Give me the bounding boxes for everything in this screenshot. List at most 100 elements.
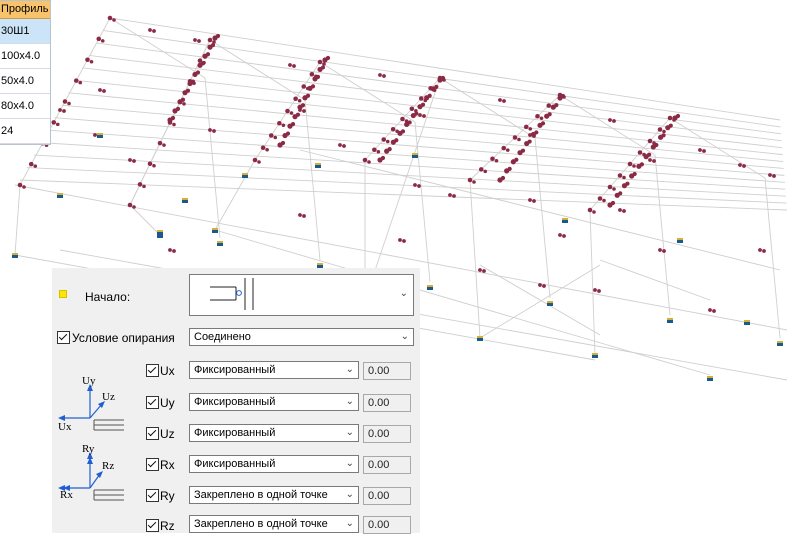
node-marker[interactable] [207,37,213,43]
support-icon[interactable] [677,238,683,243]
node-marker[interactable] [662,249,666,253]
node-marker[interactable] [148,28,152,32]
node-marker[interactable] [325,55,331,61]
node-marker[interactable] [738,163,742,167]
node-marker[interactable] [205,52,211,57]
node-marker[interactable] [597,289,601,293]
profile-row[interactable]: 24 [0,119,50,144]
node-marker[interactable] [417,184,421,188]
node-marker[interactable] [413,183,417,187]
node-marker[interactable] [398,238,402,242]
support-icon[interactable] [707,376,713,381]
node-marker[interactable] [295,112,301,117]
node-marker[interactable] [300,103,306,108]
node-marker[interactable] [708,308,712,312]
rx-checkbox[interactable] [146,458,159,471]
node-marker[interactable] [560,93,566,99]
node-marker[interactable] [612,119,616,123]
node-marker[interactable] [280,140,286,146]
node-marker[interactable] [298,213,302,217]
uy-checkbox[interactable] [146,396,159,409]
support-icon[interactable] [592,353,598,358]
node-marker[interactable] [58,108,62,112]
node-marker[interactable] [618,191,623,196]
support-icon[interactable] [57,193,63,198]
node-marker[interactable] [418,96,424,101]
node-marker[interactable] [546,103,552,108]
node-marker[interactable] [532,199,536,203]
node-marker[interactable] [193,38,197,42]
node-marker[interactable] [172,122,176,127]
support-icon[interactable] [97,133,103,138]
node-marker[interactable] [367,160,371,164]
node-marker[interactable] [490,156,495,162]
ry-checkbox[interactable] [146,489,159,502]
support-icon[interactable] [217,241,223,246]
node-marker[interactable] [208,128,212,132]
node-marker[interactable] [322,62,326,66]
node-marker[interactable] [195,70,201,75]
ry-stiffness-input[interactable]: 0.00 [363,487,411,505]
node-marker[interactable] [210,43,216,48]
node-marker[interactable] [632,171,637,177]
node-marker[interactable] [409,106,415,112]
node-marker[interactable] [514,157,519,162]
node-marker[interactable] [338,143,342,147]
node-marker[interactable] [535,113,540,119]
node-marker[interactable] [712,309,716,313]
ux-checkbox[interactable] [146,364,159,377]
node-marker[interactable] [62,109,66,113]
node-marker[interactable] [320,65,326,70]
node-marker[interactable] [472,180,476,184]
node-marker[interactable] [102,89,106,93]
node-marker[interactable] [142,184,146,189]
node-marker[interactable] [152,163,156,168]
support-icon[interactable] [412,153,418,158]
node-marker[interactable] [758,248,762,252]
node-marker[interactable] [618,208,622,212]
node-marker[interactable] [448,193,452,197]
support-condition-select[interactable]: Соединено ⌄ [189,328,414,346]
node-marker[interactable] [302,214,306,218]
node-marker[interactable] [622,209,626,213]
node-marker[interactable] [215,33,221,39]
node-marker[interactable] [385,139,390,144]
support-icon[interactable] [562,218,568,223]
node-marker[interactable] [627,161,633,167]
node-marker[interactable] [661,133,666,138]
node-marker[interactable] [132,159,136,163]
node-marker[interactable] [527,139,532,144]
node-marker[interactable] [197,39,201,43]
node-marker[interactable] [652,159,656,163]
node-marker[interactable] [562,234,566,238]
node-marker[interactable] [89,59,94,64]
node-marker[interactable] [362,157,368,163]
node-marker[interactable] [112,18,116,22]
node-marker[interactable] [675,113,681,119]
node-marker[interactable] [407,120,412,125]
node-marker[interactable] [540,121,546,126]
node-marker[interactable] [494,158,499,163]
profile-row[interactable]: 100x4.0 [0,44,50,69]
uy-condition-select[interactable]: Фиксированный ⌄ [189,393,359,411]
node-marker[interactable] [772,174,776,178]
node-marker[interactable] [137,182,143,187]
support-icon[interactable] [667,318,673,323]
node-marker[interactable] [378,73,382,77]
node-marker[interactable] [376,149,381,154]
node-marker[interactable] [639,162,644,167]
node-marker[interactable] [625,181,630,186]
uy-stiffness-input[interactable]: 0.00 [363,394,411,412]
node-marker[interactable] [662,129,666,134]
node-marker[interactable] [434,84,439,89]
node-marker[interactable] [67,101,71,106]
node-marker[interactable] [587,207,593,213]
node-marker[interactable] [260,145,266,151]
node-marker[interactable] [505,148,510,152]
node-marker[interactable] [380,155,386,161]
node-marker[interactable] [607,184,613,190]
rz-condition-select[interactable]: Закреплено в одной точке ⌄ [189,515,359,533]
node-marker[interactable] [528,127,533,131]
node-marker[interactable] [175,106,181,111]
node-marker[interactable] [390,126,396,132]
